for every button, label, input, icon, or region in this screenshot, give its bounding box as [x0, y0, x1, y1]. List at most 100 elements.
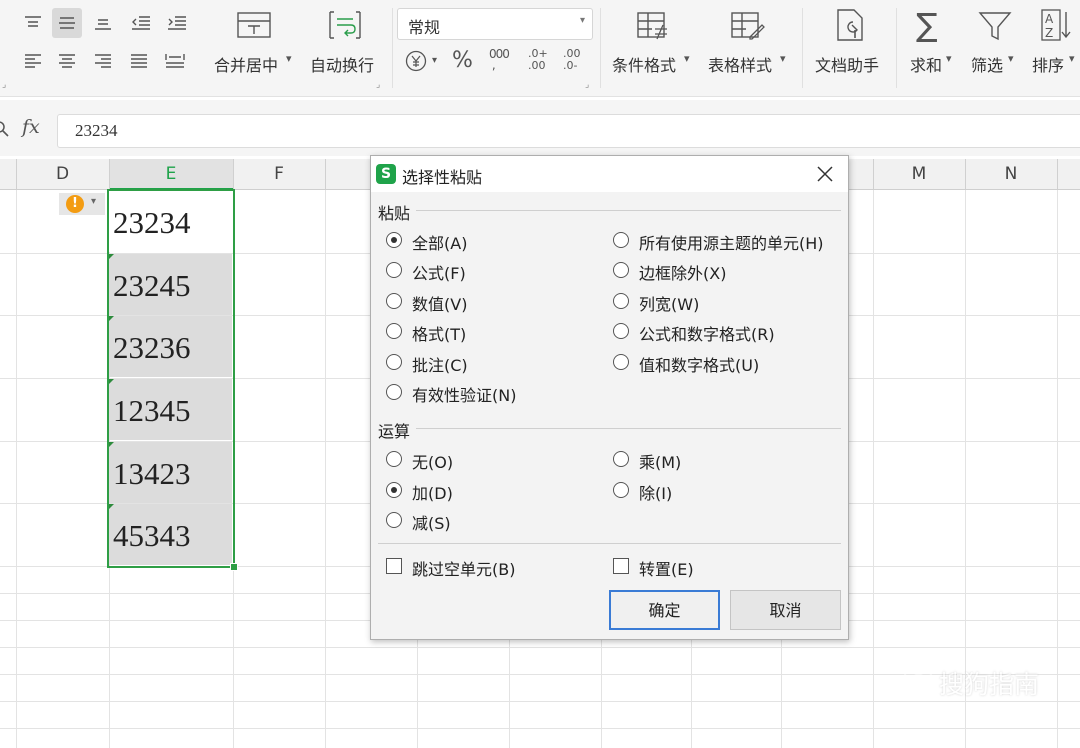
radio-paste-comments-label[interactable]: 批注(C) — [412, 352, 468, 376]
skip-blanks-checkbox[interactable] — [386, 558, 402, 574]
transpose-checkbox[interactable] — [613, 558, 629, 574]
radio-paste-formulas-label[interactable]: 公式(F) — [412, 260, 466, 284]
search-icon[interactable] — [0, 120, 10, 138]
group-corner-mark-2: ⌟ — [585, 80, 590, 90]
fill-handle[interactable] — [230, 563, 238, 571]
ribbon-separator — [600, 8, 601, 88]
increase-indent-button[interactable] — [162, 8, 192, 38]
chevron-down-icon: ▾ — [580, 15, 586, 26]
radio-paste-comments[interactable] — [386, 354, 402, 370]
radio-op-add-label[interactable]: 加(D) — [412, 480, 453, 504]
radio-paste-validation[interactable] — [386, 384, 402, 400]
justify-button[interactable] — [124, 46, 154, 76]
table-style-dropdown-icon[interactable]: ▾ — [780, 52, 786, 65]
align-bottom-button[interactable] — [88, 8, 118, 38]
skip-blanks-label[interactable]: 跳过空单元(B) — [412, 556, 515, 580]
radio-op-add[interactable] — [386, 482, 402, 498]
document-assistant-button[interactable]: 文档助手 — [815, 52, 879, 76]
radio-paste-no-borders[interactable] — [613, 262, 629, 278]
radio-paste-all[interactable] — [386, 232, 402, 248]
radio-paste-values-label[interactable]: 数值(V) — [412, 291, 467, 315]
fx-icon[interactable]: fx — [22, 116, 40, 138]
decrease-decimal-icon[interactable]: .00.0- — [563, 48, 581, 72]
radio-paste-formulas[interactable] — [386, 262, 402, 278]
align-top-button[interactable] — [18, 8, 48, 38]
radio-paste-formats[interactable] — [386, 323, 402, 339]
radio-paste-no-borders-label[interactable]: 边框除外(X) — [639, 260, 726, 284]
currency-dropdown-icon[interactable]: ▾ — [432, 55, 437, 66]
align-left-button[interactable] — [18, 46, 48, 76]
thousands-separator-icon[interactable]: 000 , — [489, 48, 510, 71]
filter-dropdown-icon[interactable]: ▾ — [1008, 52, 1014, 65]
column-header-d[interactable]: D — [16, 159, 109, 189]
transpose-label[interactable]: 转置(E) — [639, 556, 694, 580]
radio-paste-source-theme[interactable] — [613, 232, 629, 248]
header-divider — [873, 159, 874, 189]
currency-icon[interactable] — [405, 50, 427, 72]
increase-indent-icon — [168, 16, 186, 30]
conditional-format-icon — [637, 12, 667, 40]
distributed-align-button[interactable] — [160, 46, 190, 76]
column-header-m[interactable]: M — [873, 159, 965, 189]
cancel-button[interactable]: 取消 — [730, 590, 841, 630]
radio-op-none[interactable] — [386, 451, 402, 467]
decrease-indent-button[interactable] — [126, 8, 156, 38]
formula-input[interactable]: 23234 — [57, 114, 1080, 148]
percent-icon[interactable]: % — [452, 48, 473, 73]
sort-button[interactable]: 排序 — [1032, 52, 1064, 76]
column-header-e[interactable]: E — [109, 159, 233, 190]
table-cell[interactable]: 13423 — [109, 442, 232, 503]
radio-paste-formulas-number-formats[interactable] — [613, 323, 629, 339]
sum-button[interactable]: 求和 — [910, 52, 942, 76]
radio-op-subtract[interactable] — [386, 512, 402, 528]
radio-op-none-label[interactable]: 无(O) — [412, 449, 453, 473]
group-launcher-icon[interactable]: ⌟ — [2, 80, 6, 90]
radio-op-divide-label[interactable]: 除(I) — [639, 480, 672, 504]
table-cell[interactable]: 23234 — [109, 191, 232, 252]
radio-paste-column-widths-label[interactable]: 列宽(W) — [639, 291, 699, 315]
radio-paste-values-number-formats-label[interactable]: 值和数字格式(U) — [639, 352, 759, 376]
auto-wrap-button[interactable]: 自动换行 — [310, 52, 374, 76]
column-header-n[interactable]: N — [965, 159, 1057, 189]
increase-decimal-icon[interactable]: .0+ .00 — [528, 48, 548, 72]
sort-dropdown-icon[interactable]: ▾ — [1069, 52, 1075, 65]
grid-line — [0, 647, 1080, 648]
number-format-select[interactable]: 常规 ▾ — [397, 8, 593, 40]
decrease-indent-icon — [132, 16, 150, 30]
ribbon-toolbar: ⌟ 合并居中 ▾ 自动换行 ⌟ 常规 ▾ ▾ % 000 , .0+ .00 .0… — [0, 0, 1080, 97]
radio-paste-formats-label[interactable]: 格式(T) — [412, 321, 466, 345]
table-cell[interactable]: 12345 — [109, 379, 232, 440]
radio-paste-formulas-number-formats-label[interactable]: 公式和数字格式(R) — [639, 321, 775, 345]
paste-options-button[interactable]: ! ▾ — [59, 193, 105, 215]
chevron-down-icon: ▾ — [91, 196, 97, 207]
align-middle-icon — [59, 17, 75, 29]
filter-button[interactable]: 筛选 — [971, 52, 1003, 76]
align-center-button[interactable] — [52, 46, 82, 76]
column-header-f[interactable]: F — [233, 159, 325, 189]
conditional-format-button[interactable]: 条件格式 — [612, 52, 676, 76]
sum-dropdown-icon[interactable]: ▾ — [946, 52, 952, 65]
error-indicator-icon — [109, 254, 114, 259]
radio-paste-values-number-formats[interactable] — [613, 354, 629, 370]
table-cell[interactable]: 23245 — [109, 254, 232, 315]
radio-paste-validation-label[interactable]: 有效性验证(N) — [412, 382, 516, 406]
table-cell[interactable]: 23236 — [109, 316, 232, 377]
radio-paste-source-theme-label[interactable]: 所有使用源主题的单元(H) — [639, 230, 824, 254]
radio-paste-values[interactable] — [386, 293, 402, 309]
merge-center-button[interactable]: 合并居中 — [214, 52, 278, 76]
radio-op-multiply-label[interactable]: 乘(M) — [639, 449, 681, 473]
close-icon[interactable] — [816, 165, 834, 183]
dialog-title-bar[interactable]: S 选择性粘贴 — [371, 156, 848, 192]
radio-op-divide[interactable] — [613, 482, 629, 498]
radio-paste-column-widths[interactable] — [613, 293, 629, 309]
radio-paste-all-label[interactable]: 全部(A) — [412, 230, 467, 254]
merge-center-dropdown-icon[interactable]: ▾ — [286, 52, 292, 65]
conditional-format-dropdown-icon[interactable]: ▾ — [684, 52, 690, 65]
radio-op-subtract-label[interactable]: 减(S) — [412, 510, 451, 534]
ok-button[interactable]: 确定 — [609, 590, 720, 630]
align-right-button[interactable] — [88, 46, 118, 76]
align-middle-button[interactable] — [52, 8, 82, 38]
table-cell[interactable]: 45343 — [109, 504, 232, 565]
radio-op-multiply[interactable] — [613, 451, 629, 467]
table-style-button[interactable]: 表格样式 — [708, 52, 772, 76]
